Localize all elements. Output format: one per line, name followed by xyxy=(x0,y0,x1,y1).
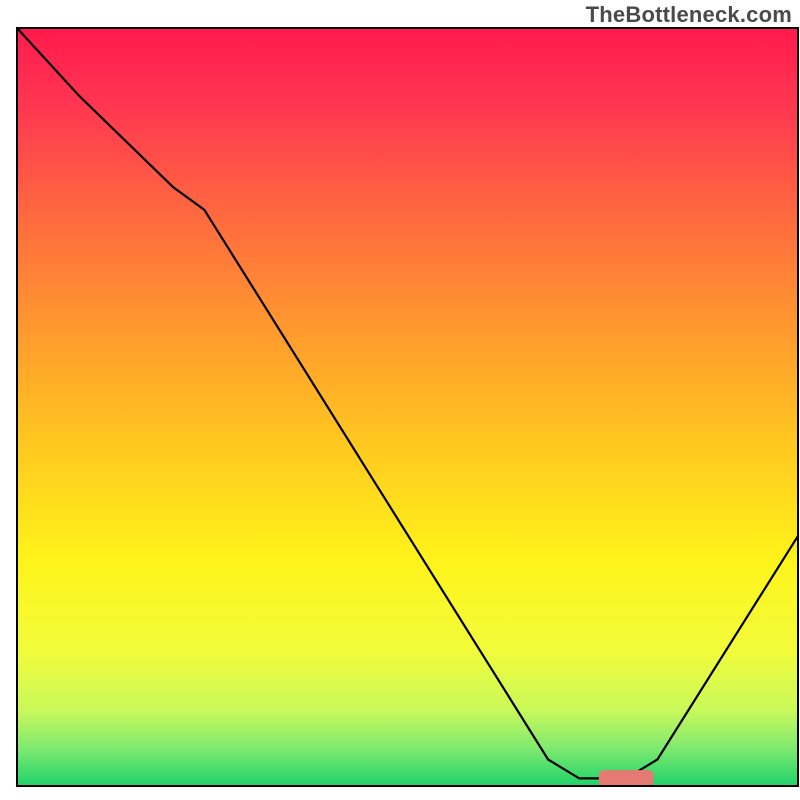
chart-container: TheBottleneck.com xyxy=(0,0,800,800)
watermark-text: TheBottleneck.com xyxy=(586,2,792,28)
optimal-marker xyxy=(599,770,654,787)
chart-svg xyxy=(0,0,800,800)
chart-background xyxy=(17,28,798,786)
